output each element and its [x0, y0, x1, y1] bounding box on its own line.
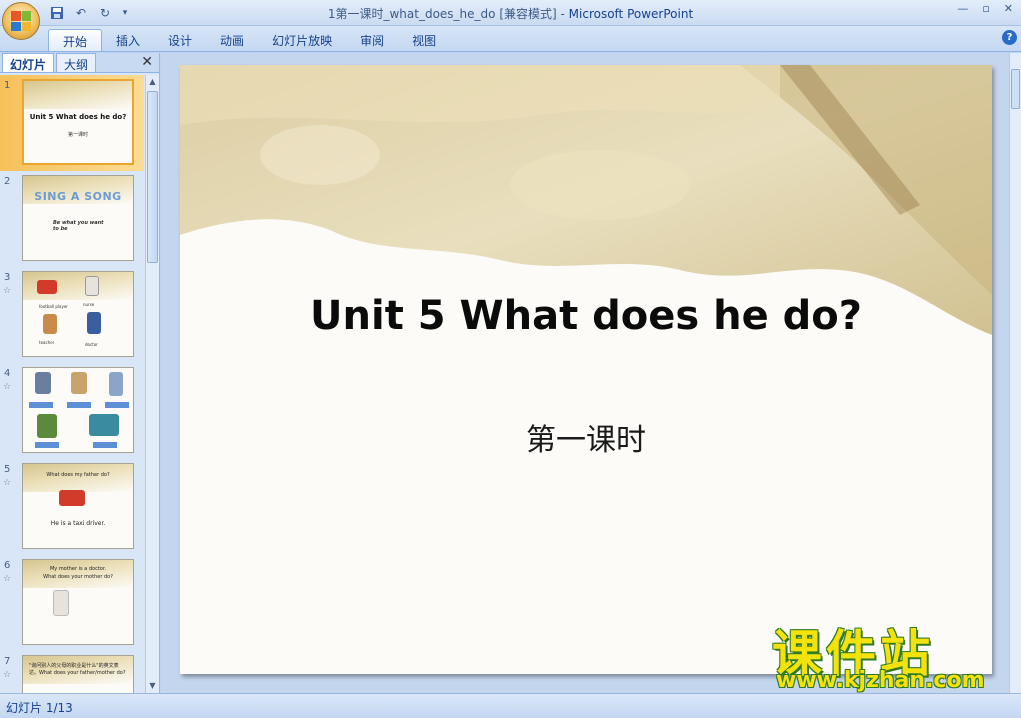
doctor-icon [53, 590, 69, 616]
tab-outline[interactable]: 大纲 [56, 53, 97, 72]
scroll-up-icon[interactable]: ▲ [146, 75, 159, 89]
office-button[interactable] [2, 2, 40, 40]
thumbnail-title: Unit 5 What does he do? [29, 113, 127, 121]
slide-number: 3 [4, 272, 11, 283]
tab-insert[interactable]: 插入 [102, 29, 154, 51]
thumbnail-list[interactable]: 1 Unit 5 What does he do? 第一课时 2 SING A … [0, 75, 144, 693]
slide-thumbnail-7[interactable]: 7 ☆ "询问别人的父母的职业是什么"的英文表达。What does your … [0, 651, 144, 693]
label-box [67, 402, 91, 408]
ribbon-tabs: 开始 插入 设计 动画 幻灯片放映 审阅 视图 [48, 29, 450, 51]
slide-thumbnail-5[interactable]: 5 ☆ What does my father do? He is a taxi… [0, 459, 144, 555]
slide-background-image [180, 65, 992, 335]
slide-number: 4 [4, 368, 11, 379]
minimize-icon[interactable]: — [957, 2, 968, 15]
thumbnail-image: football player nurse teacher doctor [22, 271, 134, 357]
thumbnail-image: My mother is a doctor. What does your mo… [22, 559, 134, 645]
figure-icon [109, 372, 123, 396]
tab-animations[interactable]: 动画 [206, 29, 258, 51]
tab-view[interactable]: 视图 [398, 29, 450, 51]
slide-number: 2 [4, 176, 11, 187]
slide-editing-area: Unit 5 What does he do? 第一课时 [161, 53, 1009, 693]
figure-icon [89, 414, 119, 436]
thumbnail-heading: SING A SONG [34, 190, 122, 203]
close-window-icon[interactable]: ✕ [1004, 2, 1013, 15]
figure-icon [37, 414, 57, 438]
office-logo-icon [11, 11, 31, 31]
document-name: 1第一课时_what_does_he_do [兼容模式] [327, 7, 557, 21]
help-icon[interactable]: ? [1002, 30, 1017, 45]
thumbnail-scrollbar[interactable]: ▲ ▼ [145, 75, 159, 693]
thumbnail-image: Unit 5 What does he do? 第一课时 [22, 79, 134, 165]
figure-icon [35, 372, 51, 394]
scrollbar-thumb[interactable] [147, 91, 158, 263]
figure-label: doctor [85, 342, 98, 347]
slide-scrollbar[interactable] [1009, 53, 1021, 693]
slide-number: 6 [4, 560, 11, 571]
figure-label: football player [39, 304, 68, 309]
tab-design[interactable]: 设计 [154, 29, 206, 51]
slide-thumbnail-4[interactable]: 4 ☆ [0, 363, 144, 459]
thumbnail-background [23, 464, 133, 492]
window-controls: — ▫ ✕ [957, 2, 1013, 15]
thumbnail-text: Be what you want to be [53, 220, 104, 232]
figure-label: nurse [83, 302, 95, 307]
animation-star-icon: ☆ [3, 574, 12, 584]
close-panel-icon[interactable]: ✕ [141, 54, 153, 70]
slide-counter: 幻灯片 1/13 [6, 701, 73, 715]
watermark-url: www.kjzhan.com [776, 668, 985, 693]
figure-label: teacher [39, 340, 55, 345]
animation-star-icon: ☆ [3, 670, 12, 680]
label-box [29, 402, 53, 408]
slide-number: 7 [4, 656, 11, 667]
animation-star-icon: ☆ [3, 478, 12, 488]
thumbnail-image: SING A SONG Be what you want to be [22, 175, 134, 261]
label-box [93, 442, 117, 448]
thumbnail-image: "询问别人的父母的职业是什么"的英文表达。What does your fath… [22, 655, 134, 693]
slides-panel: 幻灯片 大纲 ✕ 1 Unit 5 What does he do? 第一课时 … [0, 53, 160, 693]
label-box [35, 442, 59, 448]
tab-review[interactable]: 审阅 [346, 29, 398, 51]
status-bar: 幻灯片 1/13 [0, 693, 1021, 718]
slide-number: 1 [4, 80, 11, 91]
title-separator: - [556, 7, 569, 21]
thumbnail-question: What does my father do? [46, 472, 110, 478]
ribbon: 开始 插入 设计 动画 幻灯片放映 审阅 视图 ? [0, 26, 1021, 52]
thumbnail-line: My mother is a doctor. [49, 566, 107, 572]
maximize-icon[interactable]: ▫ [982, 2, 989, 15]
slide-thumbnail-1[interactable]: 1 Unit 5 What does he do? 第一课时 [0, 75, 144, 171]
figure-icon [87, 312, 101, 334]
thumbnail-subtitle: 第一课时 [67, 132, 88, 138]
tab-home[interactable]: 开始 [48, 29, 103, 51]
tab-slideshow[interactable]: 幻灯片放映 [258, 29, 346, 51]
thumbnail-image [22, 367, 134, 453]
panel-tabs: 幻灯片 大纲 ✕ [0, 53, 159, 73]
slide-thumbnail-6[interactable]: 6 ☆ My mother is a doctor. What does you… [0, 555, 144, 651]
slide-number: 5 [4, 464, 11, 475]
taxi-icon [59, 490, 85, 506]
slide-title[interactable]: Unit 5 What does he do? [180, 293, 992, 339]
slide-thumbnail-2[interactable]: 2 SING A SONG Be what you want to be [0, 171, 144, 267]
figure-icon [37, 280, 57, 294]
thumbnail-image: What does my father do? He is a taxi dri… [22, 463, 134, 549]
tab-slides[interactable]: 幻灯片 [2, 53, 55, 72]
thumbnail-caption: He is a taxi driver. [50, 520, 106, 527]
figure-icon [85, 276, 99, 296]
label-box [105, 402, 129, 408]
animation-star-icon: ☆ [3, 382, 12, 392]
thumbnail-background [24, 81, 132, 109]
thumbnail-line: What does your mother do? [43, 574, 113, 580]
slide-thumbnail-3[interactable]: 3 ☆ football player nurse teacher doctor [0, 267, 144, 363]
title-bar: ↶ ↻ ▾ 1第一课时_what_does_he_do [兼容模式] - Mic… [0, 0, 1021, 40]
thumbnail-line: "询问别人的父母的职业是什么"的英文表达。What does your fath… [29, 663, 126, 676]
figure-icon [71, 372, 87, 394]
figure-icon [43, 314, 57, 334]
slide-subtitle[interactable]: 第一课时 [180, 415, 992, 459]
application-name: Microsoft PowerPoint [568, 7, 694, 21]
scroll-down-icon[interactable]: ▼ [146, 679, 159, 693]
scrollbar-thumb[interactable] [1011, 69, 1020, 109]
current-slide[interactable]: Unit 5 What does he do? 第一课时 [180, 65, 992, 674]
animation-star-icon: ☆ [3, 286, 12, 296]
window-title: 1第一课时_what_does_he_do [兼容模式] - Microsoft… [0, 5, 1021, 22]
